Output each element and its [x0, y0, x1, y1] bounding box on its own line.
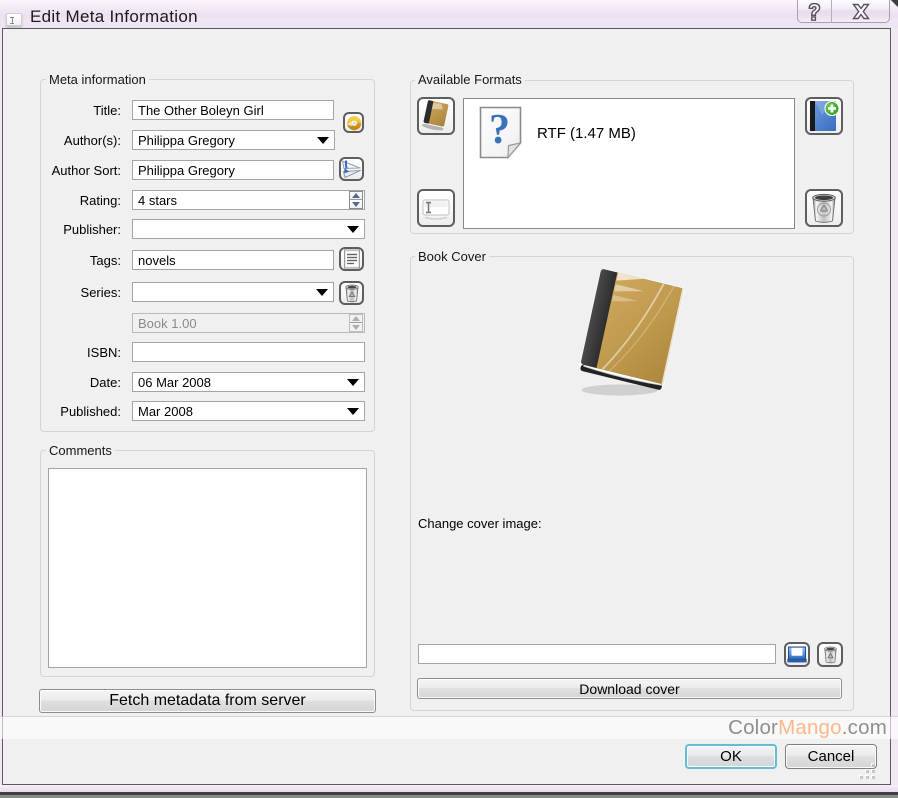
svg-text:?: ?: [489, 107, 510, 153]
